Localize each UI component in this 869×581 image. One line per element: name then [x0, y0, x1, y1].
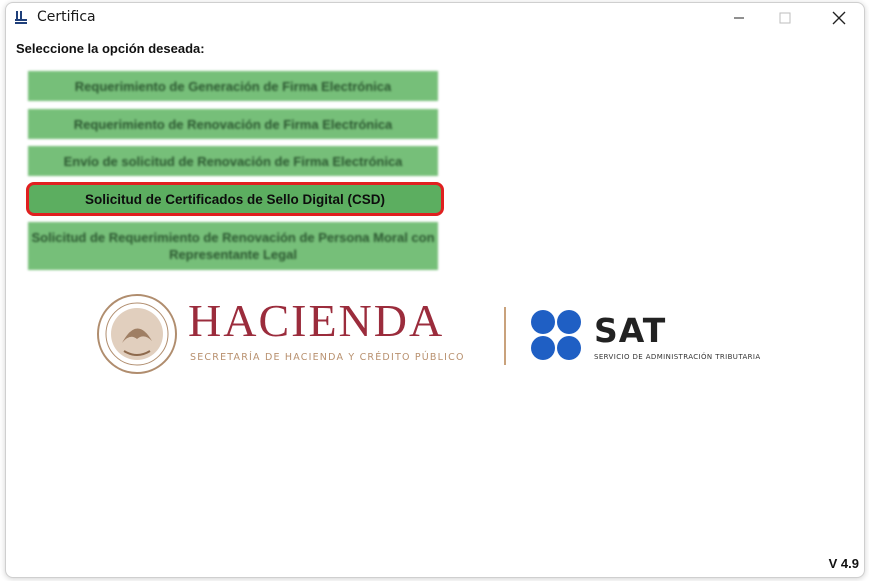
app-icon [14, 10, 28, 24]
close-button[interactable] [816, 3, 862, 33]
logos-banner: HACIENDA SECRETARÍA DE HACIENDA Y CRÉDIT… [94, 293, 794, 375]
option-certificados-sello-digital-button[interactable]: Solicitud de Certificados de Sello Digit… [26, 182, 444, 216]
sat-subtitle: SERVICIO DE ADMINISTRACIÓN TRIBUTARIA [594, 353, 761, 361]
hacienda-subtitle: SECRETARÍA DE HACIENDA Y CRÉDITO PÚBLICO [190, 352, 465, 363]
close-icon [832, 11, 846, 25]
option-renovacion-firma-button[interactable]: Requerimiento de Renovación de Firma Ele… [28, 109, 438, 139]
certifica-window: Certifica Seleccione la opción deseada: … [5, 2, 865, 578]
window-title: Certifica [37, 9, 96, 25]
title-bar[interactable]: Certifica [6, 3, 864, 33]
hacienda-logo-text: HACIENDA [188, 295, 445, 346]
logo-divider [504, 307, 506, 365]
instruction-label: Seleccione la opción deseada: [16, 41, 205, 56]
maximize-button[interactable] [762, 3, 808, 33]
version-label: V 4.9 [828, 556, 859, 571]
option-envio-renovacion-button[interactable]: Envío de solicitud de Renovación de Firm… [28, 146, 438, 176]
mexico-seal-logo [97, 294, 177, 374]
minimize-button[interactable] [716, 3, 762, 33]
sat-dots-logo [531, 310, 581, 360]
minimize-icon [734, 17, 744, 19]
sat-logo-text: SAT [594, 311, 667, 350]
option-persona-moral-button[interactable]: Solicitud de Requerimiento de Renovación… [28, 222, 438, 270]
maximize-icon [779, 12, 791, 24]
option-generacion-firma-button[interactable]: Requerimiento de Generación de Firma Ele… [28, 71, 438, 101]
